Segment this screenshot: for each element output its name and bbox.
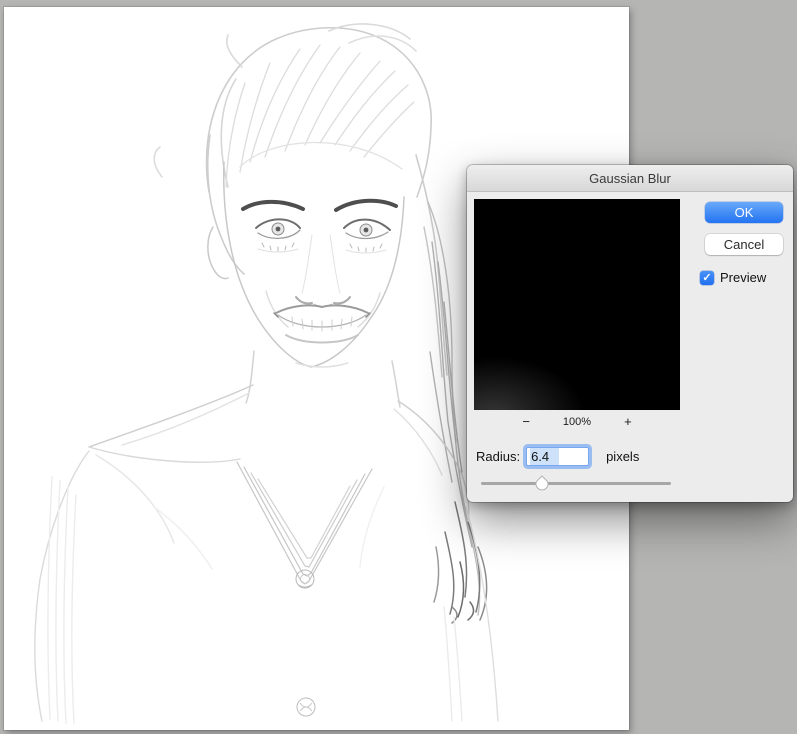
zoom-out-button[interactable]: − [519, 415, 533, 429]
preview-checkbox-label: Preview [720, 270, 766, 285]
shirt [35, 385, 498, 723]
zoom-in-button[interactable]: + [621, 415, 635, 429]
ok-button[interactable]: OK [705, 202, 783, 223]
radius-slider-track[interactable] [481, 482, 671, 485]
preview-option: ✓ Preview [700, 270, 766, 285]
gaussian-blur-dialog: Gaussian Blur − 100% + Radius: 6.4 pixel… [467, 165, 793, 502]
hair-strands [226, 45, 414, 187]
mouth [274, 305, 370, 342]
brooch [296, 570, 314, 588]
radius-row: Radius: 6.4 pixels [476, 446, 639, 467]
preview-checkbox[interactable]: ✓ [700, 271, 714, 285]
workspace: { "workspace": { "background_color": "#b… [0, 0, 797, 734]
cancel-button[interactable]: Cancel [705, 234, 783, 255]
eyebrows [243, 201, 396, 210]
hair-outline [154, 24, 447, 375]
slider-thumb-icon [534, 475, 550, 492]
dialog-titlebar[interactable]: Gaussian Blur [467, 165, 793, 192]
radius-label: Radius: [476, 449, 520, 464]
face-outline [208, 162, 404, 407]
eyes [256, 219, 390, 253]
radius-value: 6.4 [530, 448, 559, 465]
checkmark-icon: ✓ [702, 272, 711, 284]
nose [296, 235, 350, 307]
radius-input[interactable]: 6.4 [526, 447, 589, 466]
zoom-level-label: 100% [563, 416, 591, 428]
blur-preview-pane[interactable] [474, 199, 680, 410]
radius-unit-label: pixels [606, 449, 639, 464]
preview-zoom-controls: − 100% + [474, 414, 680, 430]
shirt-button [297, 698, 315, 716]
radius-slider-thumb[interactable] [534, 475, 550, 492]
dialog-title: Gaussian Blur [589, 171, 671, 186]
